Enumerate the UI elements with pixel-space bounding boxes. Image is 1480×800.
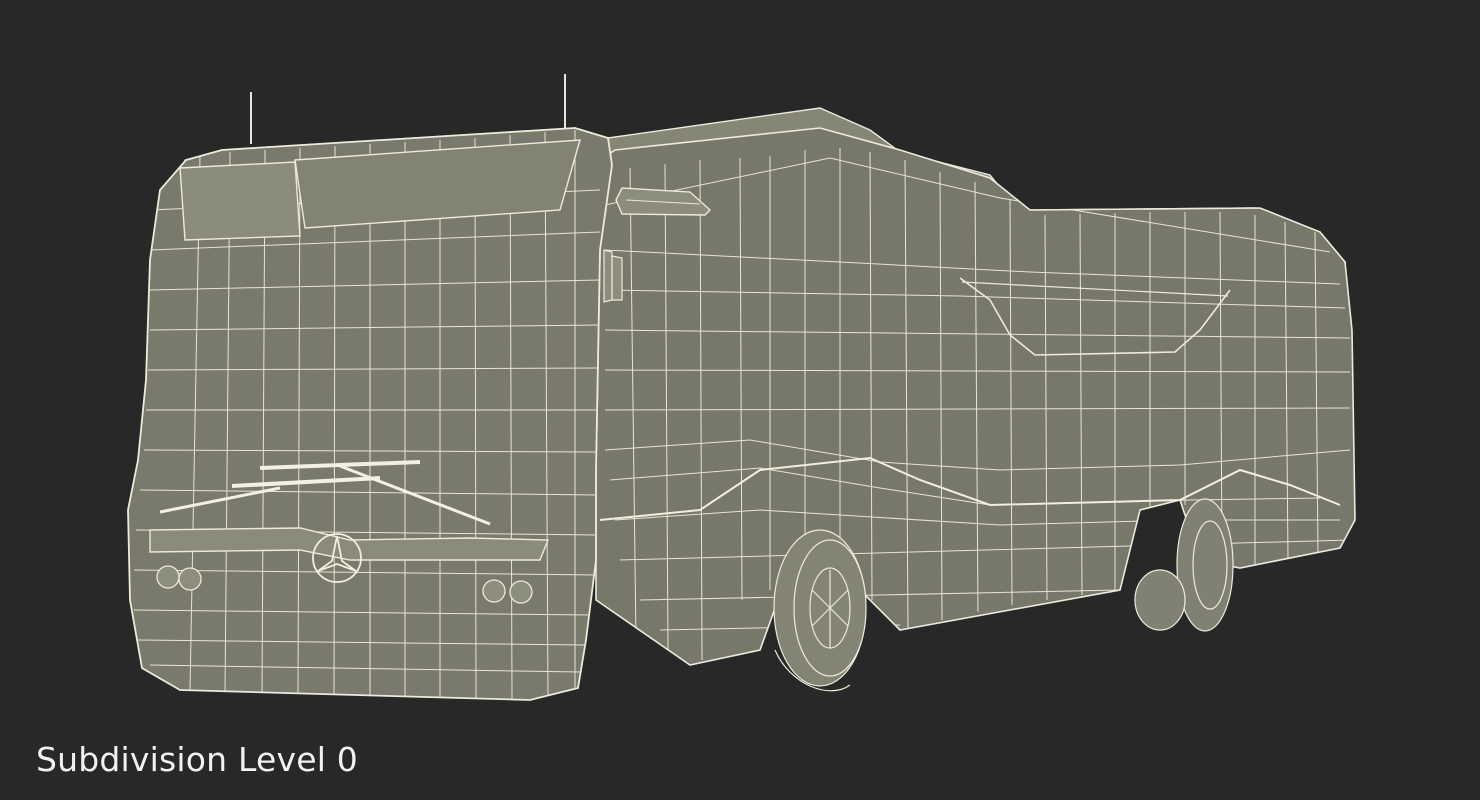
rear-wheel (1134, 498, 1234, 632)
bus-wireframe-render (127, 74, 1356, 701)
viewport: Subdivision Level 0 (0, 0, 1480, 800)
subdivision-level-caption: Subdivision Level 0 (36, 740, 358, 779)
front-wheel (773, 529, 867, 692)
